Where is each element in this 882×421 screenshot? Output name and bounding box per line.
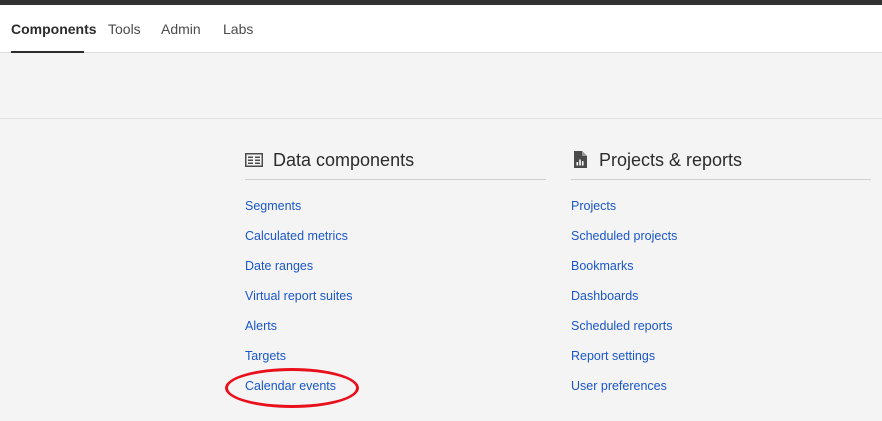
link-calendar-events[interactable]: Calendar events <box>245 376 546 406</box>
link-scheduled-projects[interactable]: Scheduled projects <box>571 226 871 256</box>
projects-reports-title: Projects & reports <box>599 149 743 170</box>
link-report-settings[interactable]: Report settings <box>571 346 871 376</box>
link-segments[interactable]: Segments <box>245 196 546 226</box>
link-bookmarks[interactable]: Bookmarks <box>571 256 871 286</box>
data-components-icon <box>245 151 263 169</box>
link-scheduled-reports[interactable]: Scheduled reports <box>571 316 871 346</box>
report-document-icon <box>571 151 589 169</box>
content-divider <box>0 118 882 119</box>
link-user-preferences[interactable]: User preferences <box>571 376 871 406</box>
link-projects[interactable]: Projects <box>571 196 871 226</box>
tab-admin[interactable]: Admin <box>161 5 201 53</box>
top-nav: Components Tools Admin Labs <box>0 5 882 53</box>
tab-tools[interactable]: Tools <box>108 5 141 53</box>
data-components-title: Data components <box>273 149 415 170</box>
link-dashboards[interactable]: Dashboards <box>571 286 871 316</box>
projects-reports-header: Projects & reports <box>571 140 871 180</box>
link-targets[interactable]: Targets <box>245 346 546 376</box>
data-components-section: Data components Segments Calculated metr… <box>245 140 546 406</box>
link-calculated-metrics[interactable]: Calculated metrics <box>245 226 546 256</box>
projects-reports-section: Projects & reports Projects Scheduled pr… <box>571 140 871 406</box>
link-virtual-report-suites[interactable]: Virtual report suites <box>245 286 546 316</box>
active-tab-indicator <box>11 51 84 53</box>
data-components-links: Segments Calculated metrics Date ranges … <box>245 196 546 406</box>
link-alerts[interactable]: Alerts <box>245 316 546 346</box>
tab-labs[interactable]: Labs <box>223 5 253 53</box>
tab-components[interactable]: Components <box>11 5 97 53</box>
link-date-ranges[interactable]: Date ranges <box>245 256 546 286</box>
projects-reports-links: Projects Scheduled projects Bookmarks Da… <box>571 196 871 406</box>
data-components-header: Data components <box>245 140 546 180</box>
